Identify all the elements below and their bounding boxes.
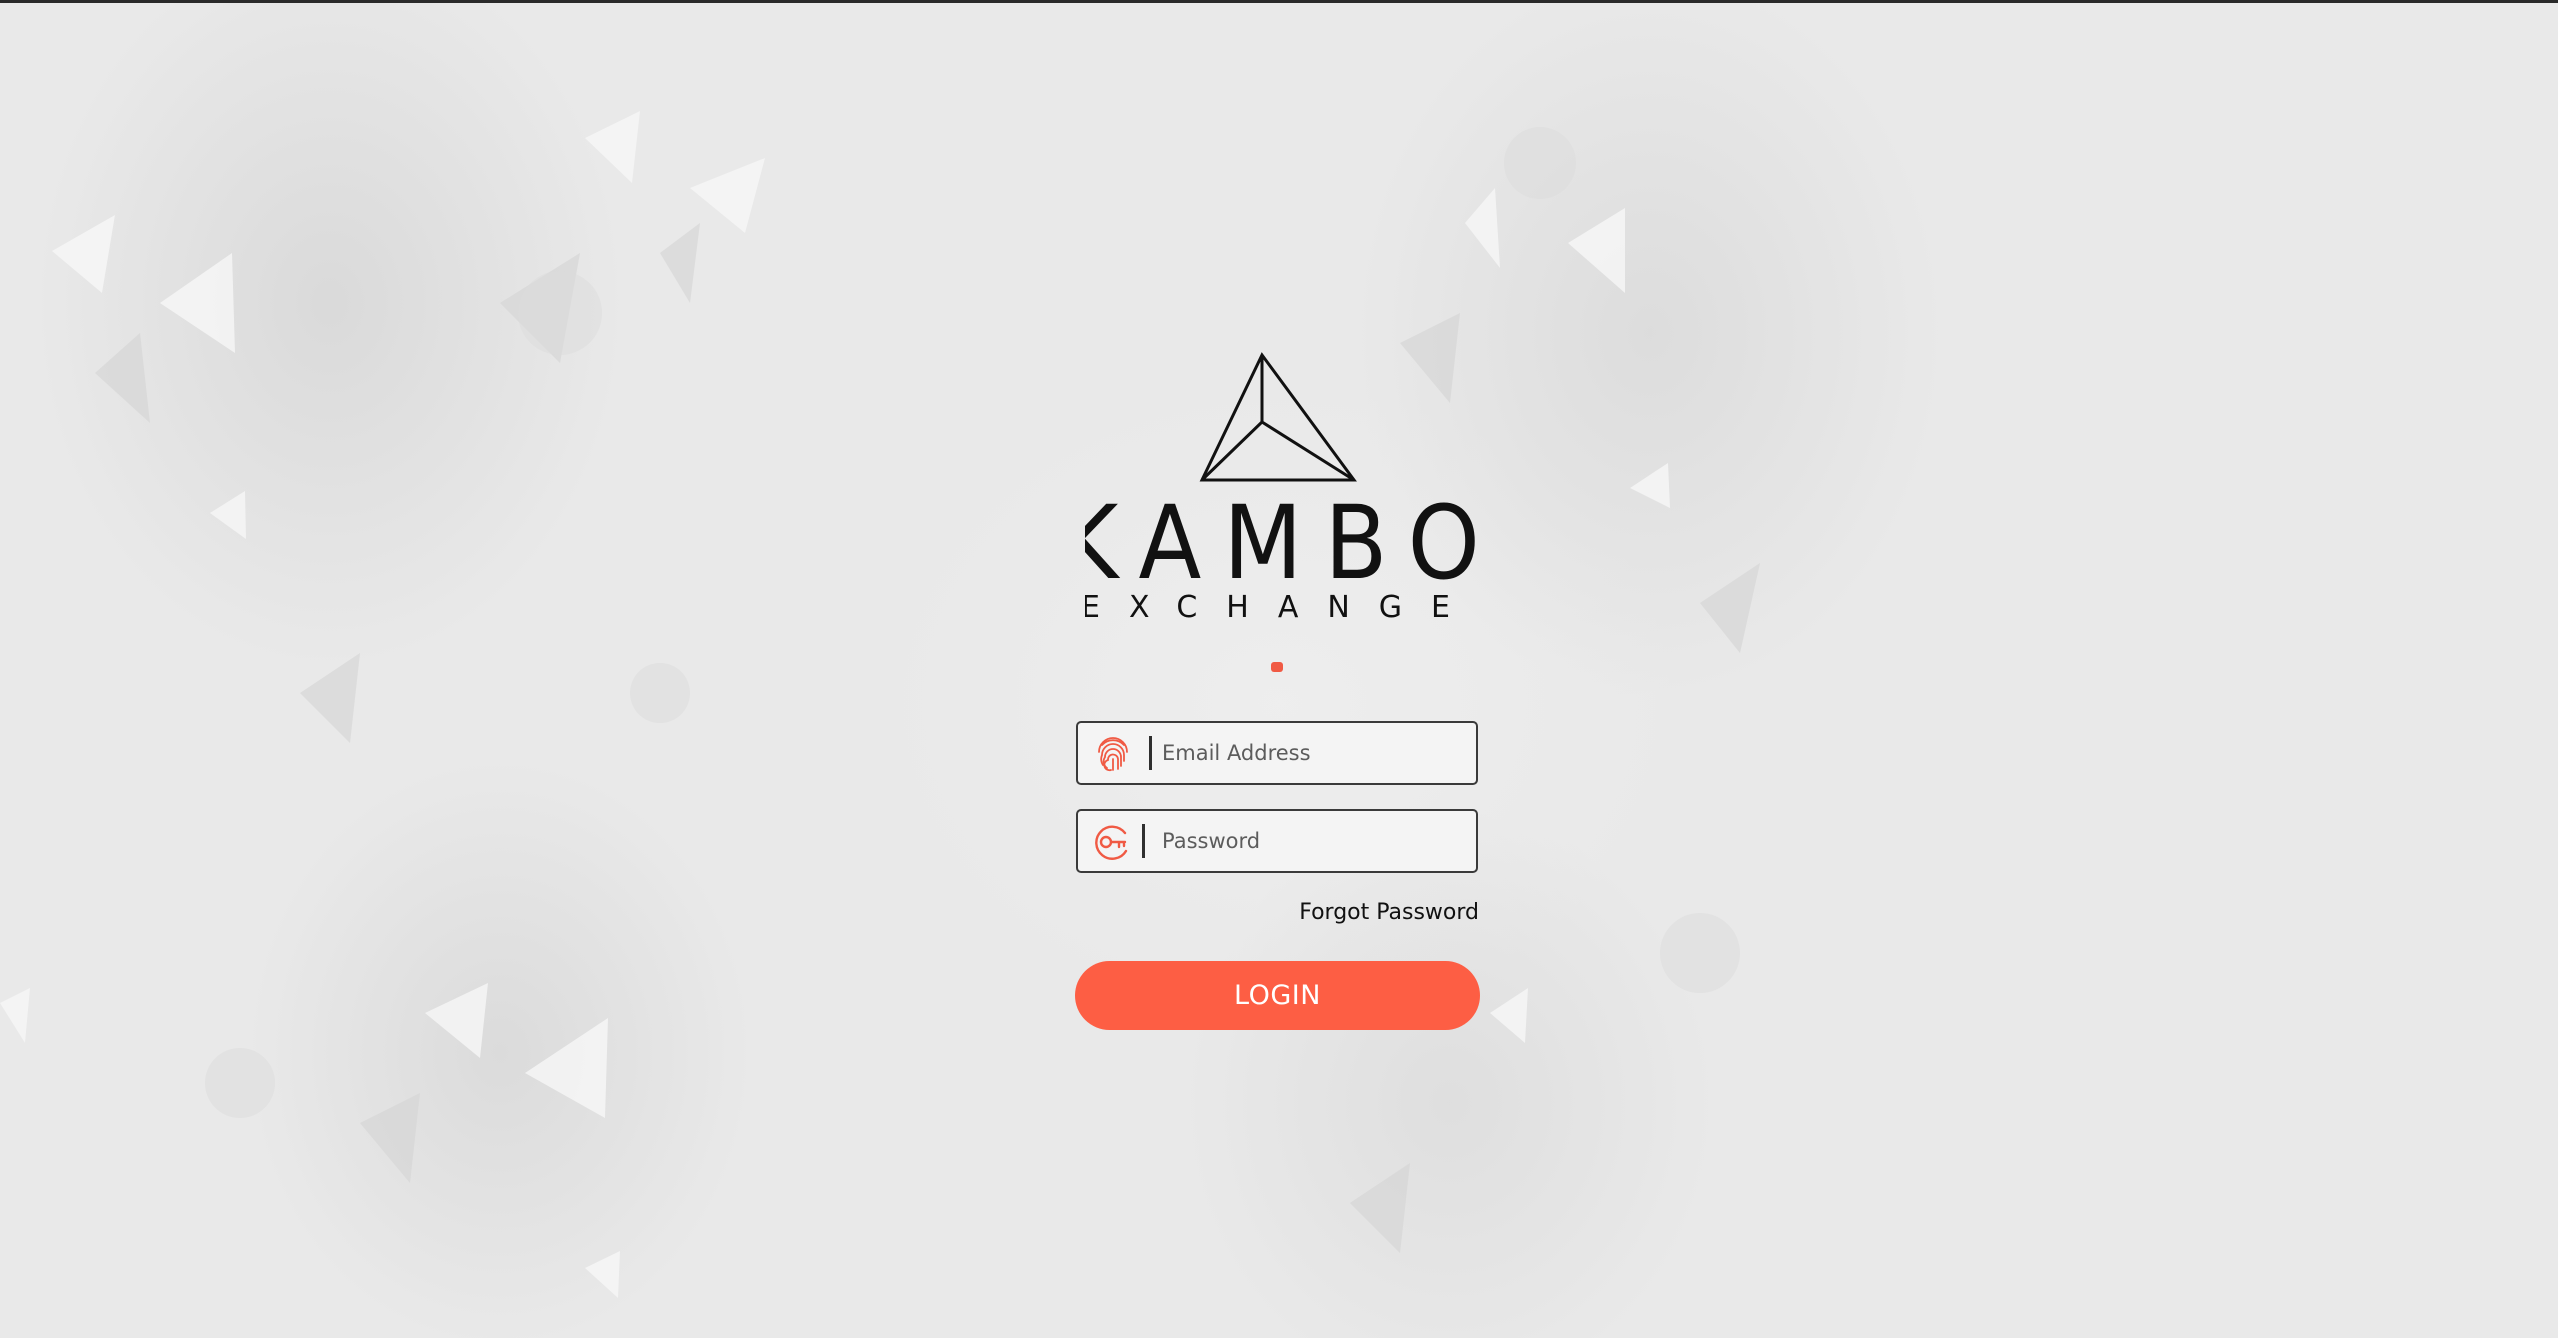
key-icon xyxy=(1094,823,1132,861)
fingerprint-icon xyxy=(1094,735,1132,773)
email-input[interactable] xyxy=(1162,733,1462,773)
password-field[interactable] xyxy=(1076,809,1478,873)
loading-indicator xyxy=(1271,662,1283,672)
forgot-password-link[interactable]: Forgot Password xyxy=(1200,900,1479,925)
login-button[interactable]: LOGIN xyxy=(1075,961,1480,1030)
brand-subtitle: EXCHANGE xyxy=(1085,590,1475,625)
field-divider xyxy=(1149,736,1152,770)
password-input[interactable] xyxy=(1162,821,1462,861)
email-field[interactable] xyxy=(1076,721,1478,785)
field-divider xyxy=(1142,824,1145,858)
kambo-exchange-logo: KAMBO EXCHANGE xyxy=(1058,350,1480,625)
brand-name: KAMBO xyxy=(1085,484,1475,603)
